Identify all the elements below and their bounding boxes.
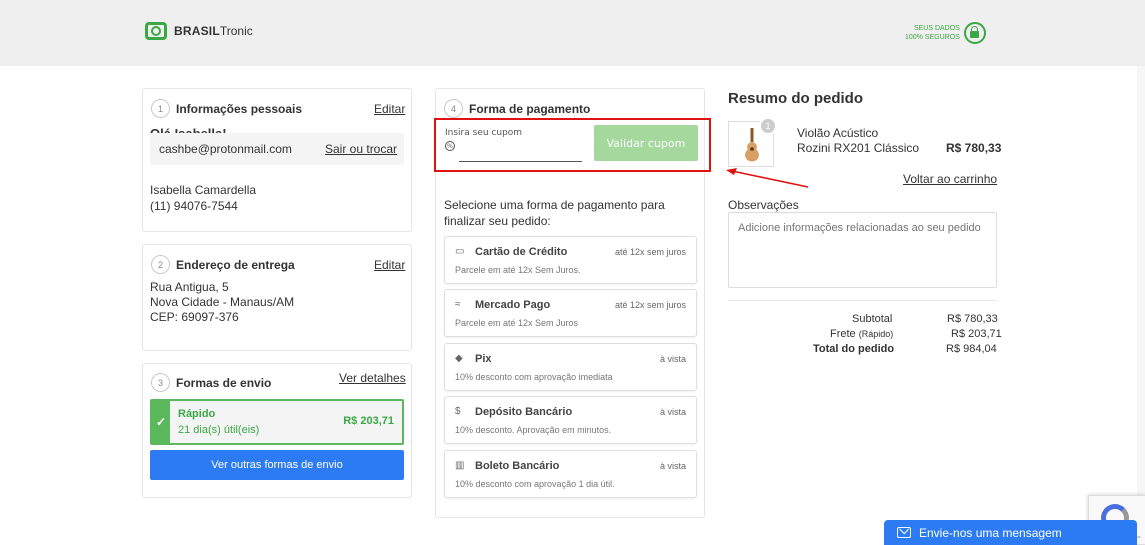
payment-option-desc: 10% desconto com aprovação imediata [455, 372, 613, 382]
personal-info-card: 1 Informações pessoais Editar Olá Isabel… [142, 88, 412, 232]
payment-option-desc: 10% desconto. Aprovação em minutos. [455, 425, 612, 435]
payment-option-boleto[interactable]: ▥ Boleto Bancário à vista 10% desconto c… [444, 450, 697, 498]
product-name-line-1: Violão Acústico [797, 126, 879, 140]
freight-label-text: Frete [830, 328, 856, 340]
payment-option-name: Boleto Bancário [475, 460, 560, 472]
card-title: Forma de pagamento [469, 102, 591, 116]
notes-label: Observações [728, 198, 799, 212]
edit-personal-link[interactable]: Editar [374, 102, 405, 116]
notes-textarea[interactable] [728, 212, 997, 288]
top-header: BRASIL Tronic SEUS DADOS 100% SEGUROS [0, 0, 1145, 66]
handshake-icon: ≈ [455, 299, 461, 310]
logo-icon [145, 22, 167, 40]
chat-label: Envie-nos uma mensagem [919, 525, 1062, 540]
payment-option-desc: Parcele em até 12x Sem Juros. [455, 265, 581, 275]
total-value: R$ 984,04 [946, 343, 997, 355]
credit-card-icon: ▭ [455, 246, 465, 257]
logo-text-light: Tronic [219, 24, 253, 38]
payment-option-name: Cartão de Crédito [475, 246, 568, 258]
step-number: 4 [444, 99, 463, 118]
step-number: 2 [151, 255, 170, 274]
freight-type: (Rápido) [858, 329, 894, 339]
freight-label: Frete (Rápido) [830, 328, 893, 340]
product-price: R$ 780,33 [946, 141, 1002, 155]
subtotal-value: R$ 780,33 [947, 313, 998, 325]
back-to-cart-link[interactable]: Voltar ao carrinho [903, 172, 997, 186]
pix-icon: ◆ [455, 353, 463, 364]
page-scrollbar[interactable] [1137, 66, 1145, 545]
other-shipping-button[interactable]: Ver outras formas de envio [150, 450, 404, 480]
payment-option-name: Mercado Pago [475, 299, 551, 311]
payment-option-name: Depósito Bancário [475, 406, 573, 418]
summary-divider [728, 300, 997, 301]
dollar-icon: $ [455, 406, 461, 417]
payment-instruction: Selecione uma forma de pagamento para fi… [444, 198, 665, 228]
shipping-option-days: 21 dia(s) útil(eis) [178, 424, 260, 436]
quantity-badge: 1 [759, 117, 777, 135]
subtotal-label: Subtotal [852, 313, 893, 325]
switch-account-link[interactable]: Sair ou trocar [325, 142, 397, 156]
card-title: Informações pessoais [176, 102, 303, 116]
address-line-1: Rua Antigua, 5 [150, 280, 229, 294]
email-row: cashbe@protonmail.com Sair ou trocar [150, 133, 404, 165]
coupon-input[interactable] [459, 142, 582, 162]
shipping-details-link[interactable]: Ver detalhes [339, 371, 406, 385]
envelope-icon [897, 527, 911, 538]
shipping-card: 3 Formas de envio Ver detalhes ✓ Rápido … [142, 363, 412, 498]
payment-option-terms: à vista [659, 407, 686, 417]
payment-option-terms: à vista [659, 354, 686, 364]
product-name-line-2: Rozini RX201 Clássico [797, 141, 920, 155]
secure-line-1: SEUS DADOS [913, 25, 960, 32]
payment-option-terms: à vista [659, 461, 686, 471]
annotation-arrow [726, 168, 809, 188]
payment-option-desc: Parcele em até 12x Sem Juros [455, 318, 579, 328]
user-email: cashbe@protonmail.com [159, 142, 292, 156]
check-icon: ✓ [152, 401, 170, 443]
secure-badge: SEUS DADOS 100% SEGUROS [905, 22, 986, 44]
total-label: Total do pedido [813, 343, 895, 355]
order-summary-title: Resumo do pedido [728, 90, 863, 107]
freight-value: R$ 203,71 [951, 328, 1002, 340]
user-phone: (11) 94076-7544 [150, 199, 238, 213]
guitar-icon [745, 128, 759, 162]
payment-option-desc: 10% desconto com aprovação 1 dia útil. [455, 479, 615, 489]
user-name: Isabella Camardella [150, 183, 257, 197]
address-line-2: Nova Cidade - Manaus/AM [150, 295, 295, 309]
card-title: Endereço de entrega [176, 258, 295, 272]
barcode-icon: ▥ [455, 460, 465, 471]
card-title: Formas de envio [176, 376, 272, 390]
payment-option-name: Pix [475, 353, 492, 365]
edit-address-link[interactable]: Editar [374, 258, 405, 272]
payment-option-terms: até 12x sem juros [614, 300, 686, 310]
coupon-discount-icon: % [445, 141, 455, 151]
shipping-option-price: R$ 203,71 [343, 415, 394, 427]
shipping-option-selected[interactable]: ✓ Rápido 21 dia(s) útil(eis) R$ 203,71 [150, 399, 404, 445]
payment-option-pix[interactable]: ◆ Pix à vista 10% desconto com aprovação… [444, 343, 697, 391]
validate-coupon-button[interactable]: Validar cupom [594, 125, 698, 161]
payment-option-credit-card[interactable]: ▭ Cartão de Crédito até 12x sem juros Pa… [444, 236, 697, 284]
step-number: 3 [151, 373, 170, 392]
payment-option-bank-deposit[interactable]: $ Depósito Bancário à vista 10% desconto… [444, 396, 697, 444]
coupon-highlight: Insira seu cupom % Validar cupom [434, 118, 711, 172]
logo-text-bold: BRASIL [174, 24, 220, 38]
delivery-address-card: 2 Endereço de entrega Editar Rua Antigua… [142, 244, 412, 351]
shipping-option-name: Rápido [178, 408, 216, 420]
secure-line-2: 100% SEGUROS [905, 34, 960, 41]
coupon-label: Insira seu cupom [445, 128, 523, 138]
store-logo[interactable]: BRASIL Tronic [145, 22, 253, 40]
payment-option-mercado-pago[interactable]: ≈ Mercado Pago até 12x sem juros Parcele… [444, 289, 697, 337]
chat-widget-button[interactable]: Envie-nos uma mensagem [884, 520, 1137, 545]
lock-icon [963, 22, 986, 44]
payment-option-terms: até 12x sem juros [614, 247, 686, 257]
address-zip: CEP: 69097-376 [150, 310, 239, 324]
step-number: 1 [151, 99, 170, 118]
